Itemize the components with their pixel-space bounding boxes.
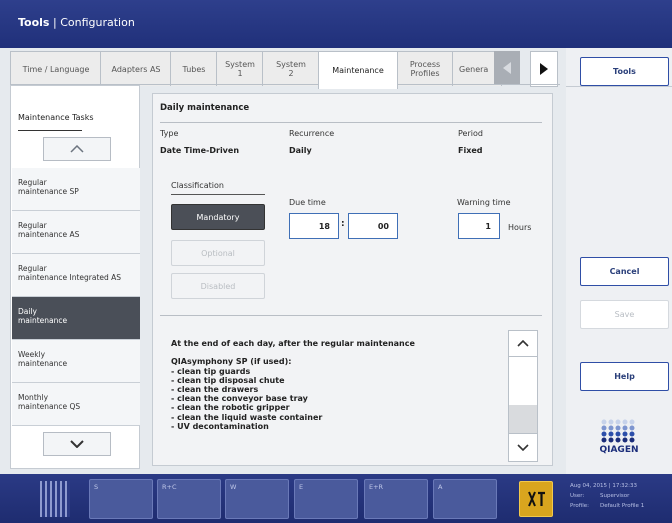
header-underline [18, 130, 82, 131]
tab-process-profiles[interactable]: Process Profiles [396, 51, 454, 86]
status-user: User: Supervisor [570, 493, 630, 499]
tab-maintenance[interactable]: Maintenance [318, 51, 398, 89]
title-bar: Tools | Configuration [0, 0, 672, 48]
description-scroll-down-button[interactable] [509, 433, 537, 461]
period-label: Period [458, 129, 483, 138]
disabled-button[interactable]: Disabled [171, 273, 265, 299]
instrument-overview-icon[interactable] [40, 481, 70, 517]
chevron-up-icon [70, 145, 84, 153]
chevron-down-icon [517, 444, 529, 451]
status-profile: Profile: Default Profile 1 [570, 503, 645, 509]
tools-bottom-button[interactable] [519, 481, 553, 517]
task-regular-maintenance-integrated-as[interactable]: Regular maintenance Integrated AS [12, 254, 140, 297]
description-divider [160, 315, 542, 316]
task-weekly-maintenance[interactable]: Weekly maintenance [12, 340, 140, 383]
chevron-up-icon [517, 340, 529, 347]
due-time-separator: : [341, 219, 345, 229]
warning-time-unit: Hours [508, 223, 532, 232]
task-regular-maintenance-sp[interactable]: Regular maintenance SP [12, 168, 140, 211]
tasks-scroll-up-button[interactable] [43, 137, 111, 161]
status-date: Aug 04, 2015 | 17:32:33 [570, 483, 638, 489]
due-minute-input[interactable]: 00 [348, 213, 398, 239]
maintenance-tasks-header: Maintenance Tasks [18, 113, 94, 122]
slot-a[interactable]: A [433, 479, 497, 519]
due-hour-input[interactable]: 18 [289, 213, 339, 239]
wrench-screwdriver-icon [528, 491, 545, 507]
help-button[interactable]: Help [580, 362, 669, 391]
mandatory-button[interactable]: Mandatory [171, 204, 265, 230]
type-label: Type [160, 129, 179, 138]
maintenance-description: At the end of each day, after the regula… [171, 339, 415, 431]
due-time-label: Due time [289, 198, 326, 207]
tab-adapters-as[interactable]: Adapters AS [100, 51, 172, 86]
tab-scroll-left-button[interactable] [494, 51, 520, 85]
type-value: Date Time-Driven [160, 146, 240, 155]
description-scrollbar[interactable] [508, 330, 538, 462]
window-title: Tools | Configuration [18, 16, 135, 29]
slot-w[interactable]: W [225, 479, 289, 519]
cancel-button[interactable]: Cancel [580, 257, 669, 286]
tab-tubes[interactable]: Tubes [170, 51, 218, 86]
chevron-down-icon [70, 440, 84, 448]
tab-system-1[interactable]: System 1 [216, 51, 264, 86]
maintenance-detail-panel: Daily maintenance Type Date Time-Driven … [152, 93, 553, 466]
warning-time-label: Warning time [457, 198, 511, 207]
tools-button[interactable]: Tools [580, 57, 669, 86]
qiagen-logo-text: QIAGEN [599, 445, 639, 455]
chevron-right-icon [540, 63, 548, 75]
tasks-scroll-down-button[interactable] [43, 432, 111, 456]
tab-time-language[interactable]: Time / Language [10, 51, 102, 86]
tab-system-2[interactable]: System 2 [262, 51, 320, 86]
classification-underline [171, 194, 265, 195]
slot-e-r[interactable]: E+R [364, 479, 428, 519]
right-divider [566, 86, 672, 87]
qiagen-logo-dots-icon [601, 419, 635, 443]
chevron-left-icon [503, 62, 511, 74]
classification-label: Classification [171, 181, 224, 190]
detail-title: Daily maintenance [160, 103, 250, 113]
optional-button[interactable]: Optional [171, 240, 265, 266]
qiagen-logo: QIAGEN [599, 419, 639, 457]
task-regular-maintenance-as[interactable]: Regular maintenance AS [12, 211, 140, 254]
description-scroll-up-button[interactable] [509, 331, 537, 357]
tab-scroll-right-button[interactable] [530, 51, 558, 87]
task-monthly-maintenance-qs[interactable]: Monthly maintenance QS [12, 383, 140, 426]
warning-time-input[interactable]: 1 [458, 213, 500, 239]
task-daily-maintenance[interactable]: Daily maintenance [12, 297, 140, 340]
maintenance-tasks-panel: Maintenance Tasks Regular maintenance SP… [10, 85, 140, 469]
recurrence-label: Recurrence [289, 129, 335, 138]
slot-e[interactable]: E [294, 479, 358, 519]
period-value: Fixed [458, 146, 483, 155]
description-scroll-thumb[interactable] [509, 405, 537, 433]
status-info: Aug 04, 2015 | 17:32:33 User: Supervisor … [570, 481, 670, 511]
title-divider [160, 122, 542, 123]
slot-s[interactable]: S [89, 479, 153, 519]
slot-r-c[interactable]: R+C [157, 479, 221, 519]
recurrence-value: Daily [289, 146, 312, 155]
save-button[interactable]: Save [580, 300, 669, 329]
